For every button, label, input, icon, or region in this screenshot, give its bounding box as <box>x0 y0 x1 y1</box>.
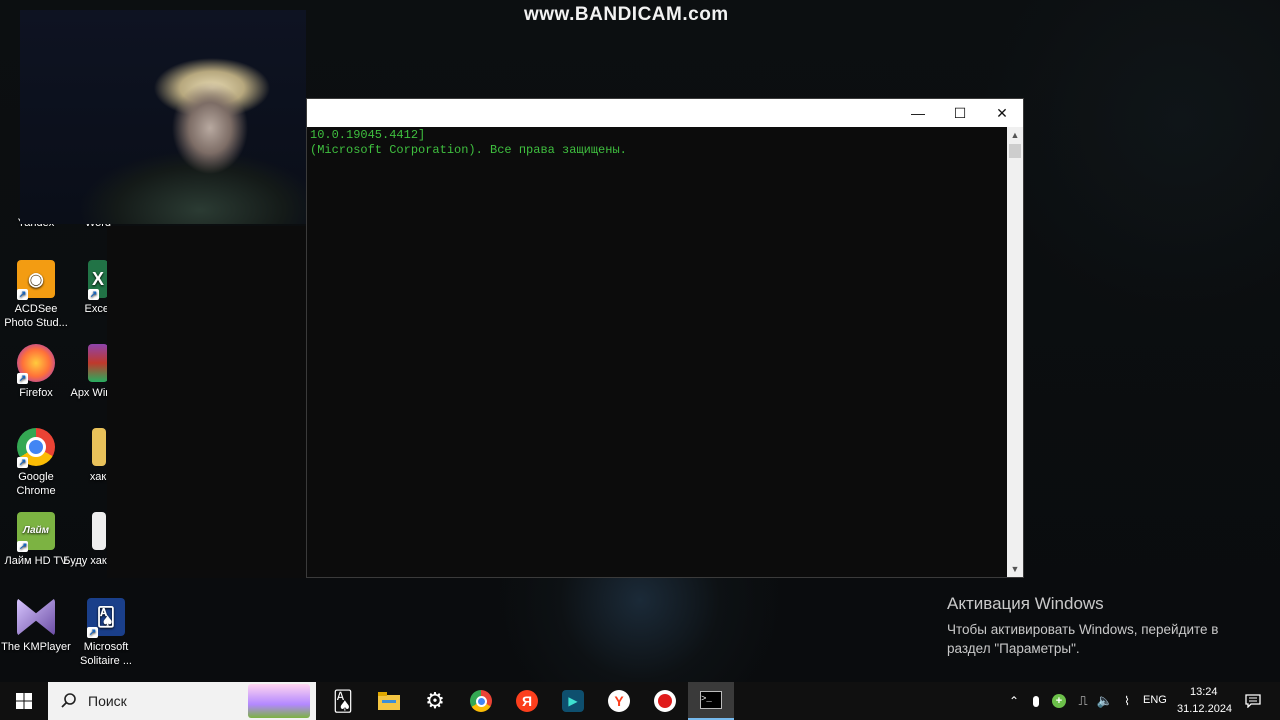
tray-network-wired[interactable]: ⎍ <box>1072 682 1094 720</box>
tray-wifi[interactable]: ⌇ <box>1116 682 1138 720</box>
activation-title: Активация Windows <box>947 594 1104 613</box>
microphone-icon <box>1033 695 1039 707</box>
maximize-button[interactable]: ☐ <box>939 99 981 127</box>
shortcut-arrow-icon: ↗ <box>17 541 28 552</box>
start-button[interactable] <box>0 682 48 720</box>
tray-app-green[interactable]: + <box>1048 682 1070 720</box>
taskbar-search-box[interactable]: Поиск <box>48 682 316 720</box>
desktop-icon-solitaire[interactable]: 🂡 ↗ Microsoft Solitaire ... <box>70 598 142 668</box>
shortcut-arrow-icon: ↗ <box>17 457 28 468</box>
camera-icon: ◉ ↗ <box>17 260 55 300</box>
windows-activation-notice: Активация Windows Чтобы активировать Win… <box>947 594 1218 658</box>
shortcut-arrow-icon: ↗ <box>17 289 28 300</box>
bandicam-watermark: www.BANDICAM.com <box>524 4 729 25</box>
taskbar-yandex-browser[interactable]: Y <box>596 682 642 720</box>
taskbar-bandicam[interactable] <box>642 682 688 720</box>
video-editor-icon: ▶ <box>562 690 584 712</box>
console-output[interactable]: 10.0.19045.4412] (Microsoft Corporation).… <box>307 127 1007 577</box>
chrome-icon <box>470 690 492 712</box>
cards-icon: 🂡 ↗ <box>87 598 125 638</box>
winrar-icon <box>88 344 108 382</box>
minimize-button[interactable]: — <box>897 99 939 127</box>
desktop-icon-kmplayer[interactable]: The KMPlayer <box>0 598 72 654</box>
lime-tv-icon: Лайм ↗ <box>17 512 55 552</box>
record-icon <box>654 690 676 712</box>
icon-label: Microsoft Solitaire ... <box>80 641 132 667</box>
action-center-button[interactable] <box>1238 682 1268 720</box>
console-titlebar[interactable]: — ☐ ✕ <box>307 99 1023 127</box>
icon-label: Google Chrome <box>16 471 56 497</box>
console-line-version: 10.0.19045.4412] <box>310 128 426 142</box>
document-icon <box>92 512 106 550</box>
taskbar: Поиск 🂡 ⚙ Я ▶ Y >_ ⌃ + ⎍ 🔈 ⌇ ENG 13:24 3… <box>0 682 1280 720</box>
gear-icon: ⚙ <box>425 688 445 713</box>
search-icon <box>61 693 76 708</box>
taskbar-yandex[interactable]: Я <box>504 682 550 720</box>
terminal-icon: >_ <box>700 691 722 709</box>
plus-badge-icon: + <box>1052 694 1066 708</box>
wifi-icon: ⌇ <box>1124 694 1130 708</box>
icon-label: Лайм HD TV <box>4 555 68 567</box>
taskbar-chrome[interactable] <box>458 682 504 720</box>
console-line-copyright: (Microsoft Corporation). Все права защищ… <box>310 143 627 157</box>
shortcut-arrow-icon: ↗ <box>87 627 98 638</box>
vertical-scrollbar[interactable]: ▲ ▼ <box>1007 127 1023 577</box>
search-placeholder: Поиск <box>88 693 127 709</box>
shortcut-arrow-icon: ↗ <box>88 289 99 300</box>
taskbar-solitaire[interactable]: 🂡 <box>320 682 366 720</box>
yandex-browser-icon: Y <box>608 690 630 712</box>
scroll-thumb[interactable] <box>1009 144 1021 158</box>
clock-date[interactable]: 31.12.2024 <box>1177 703 1232 715</box>
icon-label: хак <box>89 471 107 483</box>
windows-logo-icon <box>16 693 32 709</box>
yandex-icon: Я <box>516 690 538 712</box>
icon-label: ACDSee Photo Stud... <box>4 303 68 329</box>
console-shadow <box>107 226 307 578</box>
folder-icon <box>92 428 106 466</box>
notification-icon <box>1245 694 1261 708</box>
tray-volume[interactable]: 🔈 <box>1094 682 1116 720</box>
firefox-icon: ↗ <box>17 344 55 384</box>
activation-line-1: Чтобы активировать Windows, перейдите в <box>947 622 1219 637</box>
activation-line-2: раздел "Параметры". <box>947 641 1080 656</box>
kmplayer-icon <box>17 598 55 636</box>
icon-label: The KMPlayer <box>1 641 71 653</box>
webcam-overlay <box>20 10 306 224</box>
close-button[interactable]: ✕ <box>981 99 1023 127</box>
show-hidden-icons-button[interactable]: ⌃ <box>1004 682 1024 720</box>
cards-icon: 🂡 <box>332 690 354 713</box>
icon-label: Firefox <box>19 387 53 399</box>
scroll-up-icon[interactable]: ▲ <box>1007 127 1023 143</box>
taskbar-cmd-active[interactable]: >_ <box>688 682 734 720</box>
chevron-up-icon: ⌃ <box>1008 694 1020 708</box>
taskbar-settings[interactable]: ⚙ <box>412 682 458 720</box>
taskbar-video-app[interactable]: ▶ <box>550 682 596 720</box>
folder-icon <box>378 692 400 710</box>
shortcut-arrow-icon: ↗ <box>17 373 28 384</box>
tray-microphone[interactable] <box>1026 682 1046 720</box>
speaker-icon: 🔈 <box>1096 693 1114 708</box>
language-indicator[interactable]: ENG <box>1143 694 1167 706</box>
taskbar-file-explorer[interactable] <box>366 682 412 720</box>
console-window[interactable]: — ☐ ✕ 10.0.19045.4412] (Microsoft Corpora… <box>306 98 1024 578</box>
clock-time[interactable]: 13:24 <box>1190 686 1218 698</box>
scroll-down-icon[interactable]: ▼ <box>1007 561 1023 577</box>
excel-icon: X ↗ <box>88 260 108 300</box>
chrome-icon: ↗ <box>17 428 55 468</box>
search-highlight-image <box>248 684 310 718</box>
network-icon: ⎍ <box>1078 693 1088 708</box>
